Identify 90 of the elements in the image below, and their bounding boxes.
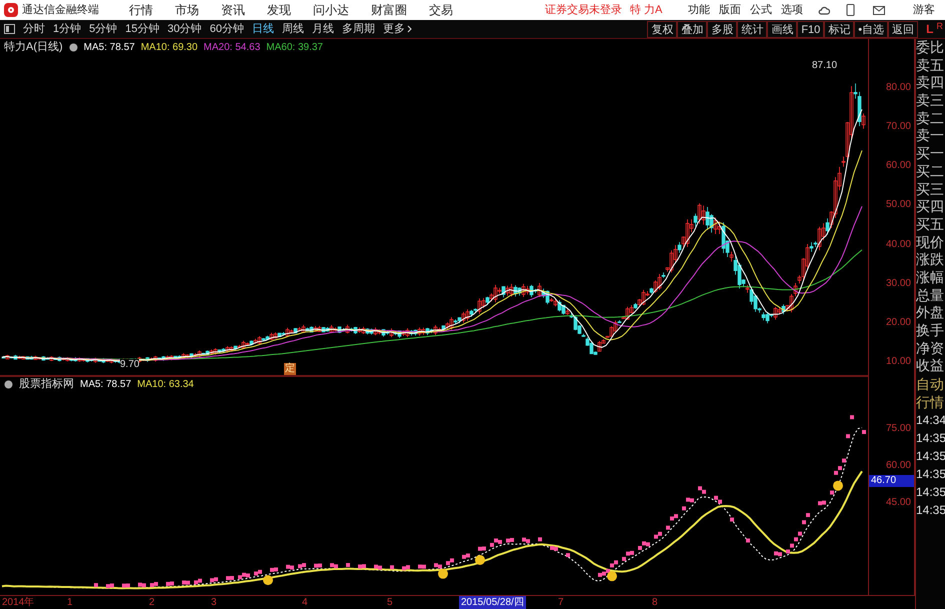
top-action[interactable]: 选项 bbox=[781, 2, 803, 18]
quote-label: 现价 bbox=[916, 234, 945, 252]
panel-tab[interactable]: 自动 bbox=[916, 375, 945, 394]
date-tick: 5 bbox=[386, 596, 394, 609]
menu-item[interactable]: 行情 bbox=[129, 1, 153, 19]
ma-value: MA10: 69.30 bbox=[140, 40, 198, 54]
corner-right-label: R bbox=[936, 20, 943, 33]
panel-tab[interactable]: 行情 bbox=[916, 393, 945, 412]
quote-label: 涨幅 bbox=[916, 268, 945, 287]
quote-label: 换手 bbox=[916, 322, 945, 340]
top-action[interactable]: 公式 bbox=[750, 2, 772, 18]
quote-label: 卖五 bbox=[916, 56, 945, 74]
quote-label: 买二 bbox=[916, 162, 945, 180]
menu-item[interactable]: 资讯 bbox=[221, 1, 245, 19]
price-tick: 70.00 bbox=[886, 120, 911, 134]
tool-button[interactable]: 叠加 bbox=[677, 20, 708, 38]
date-tick: 3 bbox=[210, 596, 218, 609]
chart-title: 特力A(日线) bbox=[4, 40, 63, 55]
quote-label: 总量 bbox=[916, 286, 945, 304]
price-tick: 10.00 bbox=[886, 354, 911, 369]
tool-button[interactable]: 复权 bbox=[647, 20, 678, 38]
tool-button[interactable]: 标记 bbox=[824, 20, 854, 38]
tool-button[interactable]: 返回 bbox=[888, 20, 918, 38]
high-price-label: 87.10 bbox=[812, 59, 838, 73]
indicator-tick: 75.00 bbox=[886, 422, 911, 436]
quote-label: 涨跌 bbox=[916, 251, 945, 269]
date-tick: 4 bbox=[301, 596, 309, 609]
tool-button[interactable]: 多股 bbox=[707, 20, 738, 38]
period-tab[interactable]: 分时 bbox=[19, 20, 49, 38]
quote-label: 卖一 bbox=[916, 127, 945, 146]
quote-label: 买四 bbox=[916, 198, 945, 216]
price-tick: 20.00 bbox=[886, 316, 911, 330]
period-tab[interactable]: 5分钟 bbox=[85, 20, 122, 38]
tool-button[interactable]: •自选 bbox=[854, 20, 888, 38]
date-tick: 2 bbox=[148, 596, 156, 609]
top-action[interactable]: 功能 bbox=[688, 2, 710, 18]
date-tick: 7 bbox=[557, 596, 565, 609]
user-label[interactable]: 游客 bbox=[913, 2, 935, 18]
date-tick: 2015/05/28/四 bbox=[459, 596, 526, 609]
indicator-tick: 45.00 bbox=[886, 496, 911, 510]
app-title: 通达信金融终端 bbox=[22, 2, 99, 18]
menu-item[interactable]: 问小达 bbox=[313, 1, 349, 19]
quote-label: 净资 bbox=[916, 340, 945, 358]
quote-label: 卖二 bbox=[916, 110, 945, 128]
stock-name: 特 力A bbox=[630, 2, 662, 18]
quote-label: 卖三 bbox=[916, 92, 945, 110]
quote-label: 买五 bbox=[916, 216, 945, 234]
price-tick: 40.00 bbox=[886, 238, 911, 252]
period-tab[interactable]: 日线 bbox=[248, 20, 278, 38]
price-tick: 30.00 bbox=[886, 276, 911, 291]
menu-item[interactable]: 发现 bbox=[267, 1, 291, 19]
more-button[interactable]: 更多 bbox=[379, 20, 416, 38]
ma-value: MA5: 78.57 bbox=[84, 40, 135, 54]
ma-value: MA5: 78.57 bbox=[80, 378, 132, 392]
login-status: 证券交易未登录 bbox=[545, 2, 622, 18]
date-tick: 1 bbox=[66, 596, 74, 609]
indicator-tick: 60.00 bbox=[886, 459, 911, 473]
quote-label: 收益 bbox=[916, 357, 945, 376]
period-tab[interactable]: 30分钟 bbox=[164, 20, 206, 38]
low-price-label: 9.70 bbox=[120, 359, 140, 370]
tool-button[interactable]: 画线 bbox=[767, 20, 798, 38]
period-tab[interactable]: 多周期 bbox=[338, 20, 379, 38]
quote-label: 卖四 bbox=[916, 74, 945, 92]
menu-item[interactable]: 交易 bbox=[429, 1, 453, 19]
price-tick: 50.00 bbox=[886, 198, 911, 212]
corner-left-label: L bbox=[926, 21, 934, 38]
ma-value: MA60: 39.37 bbox=[266, 40, 323, 54]
menu-item[interactable]: 市场 bbox=[175, 1, 199, 19]
quote-label: 买一 bbox=[916, 145, 945, 163]
period-tab[interactable]: 1分钟 bbox=[49, 20, 86, 38]
period-tab[interactable]: 月线 bbox=[308, 20, 338, 38]
quote-label: 外盘 bbox=[916, 304, 945, 322]
date-tick: 2014年 bbox=[1, 596, 36, 609]
period-tab[interactable]: 15分钟 bbox=[121, 20, 164, 38]
ma-value: MA20: 54.63 bbox=[204, 40, 260, 54]
ma-value: MA10: 63.34 bbox=[137, 378, 194, 392]
date-tick: 8 bbox=[651, 596, 659, 609]
period-tab[interactable]: 周线 bbox=[278, 20, 308, 38]
tool-button[interactable]: 统计 bbox=[737, 20, 768, 38]
menu-item[interactable]: 财富圈 bbox=[371, 1, 407, 19]
tool-button[interactable]: F10 bbox=[797, 20, 824, 38]
price-tick: 60.00 bbox=[886, 159, 911, 174]
quote-label: 委比 bbox=[916, 39, 945, 57]
event-marker: 定 bbox=[284, 363, 296, 375]
quote-label: 买三 bbox=[916, 180, 945, 198]
indicator-title: 股票指标网 bbox=[19, 377, 74, 392]
cursor-value-label: 46.70 bbox=[869, 475, 914, 487]
price-tick: 80.00 bbox=[886, 81, 911, 95]
top-action[interactable]: 版面 bbox=[719, 2, 741, 18]
period-tab[interactable]: 60分钟 bbox=[206, 20, 248, 38]
